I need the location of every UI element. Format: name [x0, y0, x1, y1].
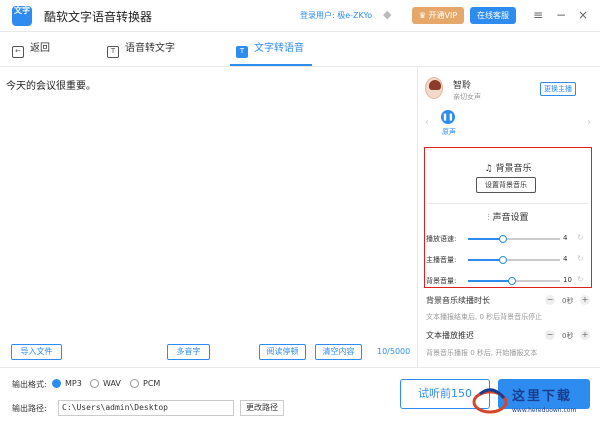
voice-original-label: 原声: [442, 128, 456, 136]
vip-label: 开通VIP: [428, 11, 458, 20]
radio-wav[interactable]: [90, 379, 99, 388]
set-bgm-button[interactable]: 设置背景音乐: [476, 177, 536, 193]
path-label: 输出路径:: [12, 404, 47, 413]
import-file-button[interactable]: 导入文件: [11, 344, 62, 360]
pause-icon[interactable]: ❚❚: [441, 110, 455, 124]
decrease-icon[interactable]: −: [545, 295, 555, 305]
app-title: 酷软文字语音转换器: [44, 10, 153, 24]
speed-slider[interactable]: [468, 235, 560, 243]
next-anchor-icon[interactable]: ›: [587, 117, 591, 128]
bgm-duration-value: 0秒: [562, 297, 574, 305]
anchor-avatar: [425, 77, 443, 99]
radio-mp3[interactable]: [52, 379, 61, 388]
login-user[interactable]: 登录用户: 极e-ZKYo: [300, 10, 372, 21]
reset-icon[interactable]: ↻: [577, 233, 584, 242]
bgm-title: ♫ 背景音乐: [424, 161, 592, 174]
slider-thumb[interactable]: [508, 277, 516, 285]
char-counter: 10/5000: [377, 347, 411, 356]
vip-button[interactable]: ♛ 开通VIP: [412, 7, 464, 24]
reset-icon[interactable]: ↻: [577, 275, 584, 284]
decrease-icon[interactable]: −: [545, 330, 555, 340]
diamond-icon: ◆: [383, 8, 392, 21]
text-delay-desc: 背景音乐播报 0 秒后, 开始播报文本: [426, 349, 538, 357]
title-bar: 文字 酷软文字语音转换器 登录用户: 极e-ZKYo ◆ ♛ 开通VIP 在线客…: [0, 0, 600, 32]
format-mp3-label: MP3: [65, 379, 82, 388]
bgm-duration-title: 背景音乐续播时长: [426, 296, 490, 305]
radio-pcm[interactable]: [130, 379, 139, 388]
tab-label: 返回: [30, 43, 50, 54]
format-label: 输出格式:: [12, 380, 47, 389]
anchor-name: 智聆: [453, 81, 472, 91]
anchor-desc: 亲切女声: [453, 93, 481, 101]
text-to-voice-icon: T: [236, 46, 248, 58]
polyphone-button[interactable]: 多音字: [167, 344, 210, 360]
reading-pause-button[interactable]: 阅读停顿: [259, 344, 306, 360]
change-path-button[interactable]: 更改路径: [240, 400, 284, 416]
speed-value: 4: [563, 234, 568, 242]
editor-content[interactable]: 今天的会议很重要。: [6, 77, 96, 92]
bgm-volume-slider[interactable]: [468, 277, 560, 285]
slider-fill: [468, 238, 503, 240]
menu-icon[interactable]: ≡: [531, 7, 545, 23]
format-pcm-label: PCM: [143, 379, 161, 388]
app-logo: 文字: [12, 6, 32, 26]
tab-back[interactable]: ← 返回: [12, 41, 50, 61]
watermark-url: www.hereduown.com: [512, 407, 577, 414]
change-anchor-button[interactable]: 更换主播: [540, 82, 576, 96]
tab-voice-to-text[interactable]: T 语音转文字: [107, 41, 175, 61]
voice-settings-title: ⫶ 声音设置: [424, 210, 592, 223]
voice-settings-text: 声音设置: [492, 213, 529, 223]
anchor-volume-slider[interactable]: [468, 256, 560, 264]
text-editor[interactable]: 今天的会议很重要。: [0, 67, 418, 367]
slider-fill: [468, 280, 512, 282]
crown-icon: ♛: [418, 11, 429, 20]
text-delay-title: 文本播放推迟: [426, 331, 474, 340]
tab-bar: ← 返回 T 语音转文字 T 文字转语音: [0, 33, 600, 67]
anchor-volume-label: 主播音量:: [426, 256, 457, 264]
reset-icon[interactable]: ↻: [577, 254, 584, 263]
text-delay-value: 0秒: [562, 332, 574, 340]
output-path-field[interactable]: C:\Users\admin\Desktop: [58, 400, 234, 416]
tab-label: 语音转文字: [125, 43, 175, 54]
speed-label: 播放语速:: [426, 235, 457, 243]
bgm-volume-value: 10: [563, 276, 572, 284]
back-icon: ←: [12, 46, 24, 58]
watermark-text: 这里下载: [512, 389, 573, 404]
online-service-button[interactable]: 在线客服: [470, 7, 516, 24]
active-tab-indicator: [230, 64, 312, 66]
increase-icon[interactable]: +: [580, 330, 590, 340]
slider-thumb[interactable]: [499, 256, 507, 264]
bgm-volume-label: 背景音量:: [426, 277, 457, 285]
increase-icon[interactable]: +: [580, 295, 590, 305]
close-icon[interactable]: ×: [576, 7, 590, 23]
bgm-duration-desc: 文本播报结束后, 0 秒后背景音乐停止: [426, 313, 543, 321]
minimize-icon[interactable]: −: [554, 7, 568, 23]
music-note-icon: ♫: [484, 164, 496, 174]
prev-anchor-icon[interactable]: ‹: [425, 117, 429, 128]
tab-label: 文字转语音: [254, 43, 304, 54]
divider: [428, 203, 588, 204]
slider-fill: [468, 259, 503, 261]
anchor-volume-value: 4: [563, 255, 568, 263]
tab-text-to-voice[interactable]: T 文字转语音: [236, 41, 304, 61]
voice-to-text-icon: T: [107, 46, 119, 58]
clear-content-button[interactable]: 清空内容: [315, 344, 362, 360]
bgm-title-text: 背景音乐: [495, 164, 532, 174]
slider-thumb[interactable]: [499, 235, 507, 243]
format-wav-label: WAV: [103, 379, 121, 388]
